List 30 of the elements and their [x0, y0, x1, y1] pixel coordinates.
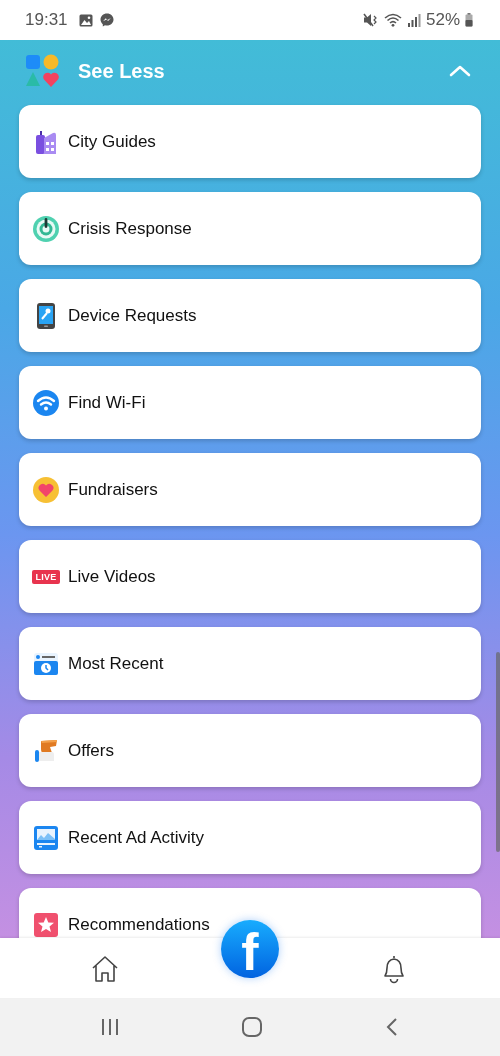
menu-item[interactable]: LIVE Live Videos — [19, 540, 481, 613]
recent-apps-icon[interactable] — [100, 1017, 120, 1037]
chat-bubble-icon — [99, 13, 114, 27]
clock-time: 19:31 — [25, 10, 68, 30]
menu-item[interactable]: Find Wi-Fi — [19, 366, 481, 439]
home-button-icon[interactable] — [241, 1016, 263, 1038]
back-icon[interactable] — [384, 1017, 400, 1037]
mute-vibrate-icon — [362, 13, 379, 27]
menu-item[interactable]: City Guides — [19, 105, 481, 178]
home-icon[interactable] — [90, 954, 120, 984]
monitor-chart-icon — [33, 824, 59, 851]
menu-item[interactable]: Fundraisers — [19, 453, 481, 526]
buildings-icon — [33, 128, 59, 155]
alert-rings-icon — [32, 214, 60, 243]
shapes-icon — [25, 54, 59, 88]
menu-item[interactable]: Device Requests — [19, 279, 481, 352]
live-badge: LIVE — [32, 569, 60, 584]
menu-item[interactable]: Crisis Response — [19, 192, 481, 265]
wifi-icon — [383, 13, 402, 27]
menu-item[interactable]: Recent Ad Activity — [19, 801, 481, 874]
app-logo[interactable]: f — [221, 920, 279, 978]
phone-key-icon — [36, 301, 56, 330]
battery-percent: 52% — [425, 10, 460, 30]
image-icon — [78, 13, 93, 27]
menu-item[interactable]: Offers — [19, 714, 481, 787]
menu-item[interactable]: Most Recent — [19, 627, 481, 700]
calendar-clock-icon — [33, 650, 59, 677]
signal-icon — [406, 13, 421, 27]
wifi-icon — [32, 388, 60, 417]
battery-icon — [465, 13, 473, 27]
